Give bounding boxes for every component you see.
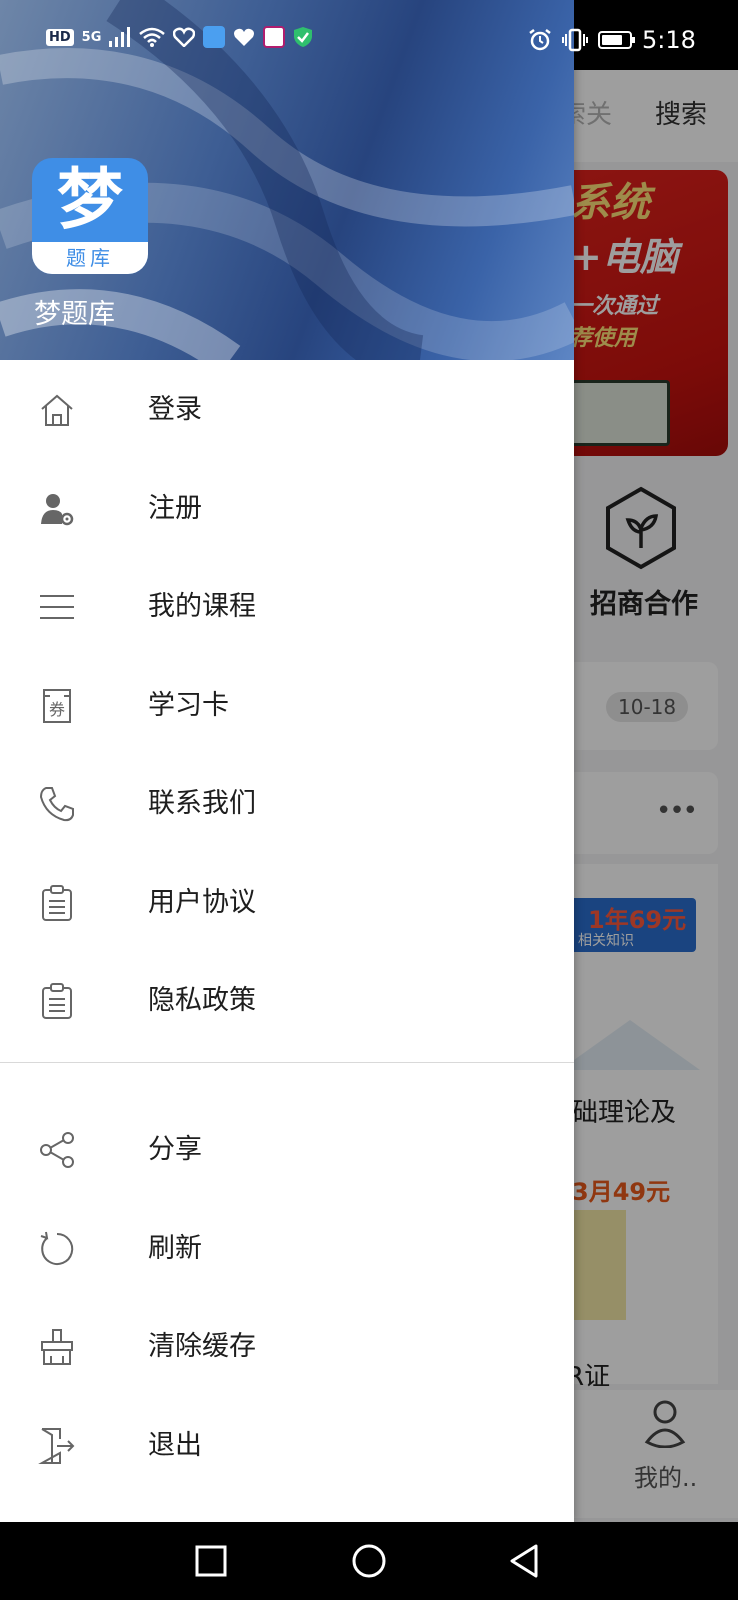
back-button[interactable]	[502, 1538, 548, 1584]
clipboard-icon	[42, 983, 72, 1019]
menu-item-label: 注册	[148, 492, 202, 524]
lines-icon	[40, 595, 74, 619]
status-left-icons: HD 5G	[46, 26, 313, 48]
status-bar: HD 5G 5:18	[0, 0, 738, 70]
app-notification-icon	[263, 26, 286, 48]
menu-item-study-card[interactable]: 券 学习卡	[0, 656, 574, 755]
status-right-icons: 5:18	[528, 26, 696, 54]
coupon-icon: 券	[43, 688, 71, 723]
app-logo: 梦 题库	[32, 158, 148, 274]
status-time: 5:18	[642, 26, 696, 54]
vibrate-icon	[562, 28, 588, 52]
broom-icon	[41, 1329, 73, 1365]
menu-item-refresh[interactable]: 刷新	[0, 1199, 574, 1298]
menu-item-label: 用户协议	[148, 886, 256, 918]
app-notification-icon	[203, 26, 226, 48]
menu-item-login[interactable]: 登录	[0, 360, 574, 459]
menu-item-share[interactable]: 分享	[0, 1100, 574, 1199]
menu-item-label: 退出	[148, 1429, 202, 1461]
system-navigation-bar	[0, 1522, 738, 1600]
menu-item-label: 分享	[148, 1134, 202, 1165]
menu-item-privacy-policy[interactable]: 隐私政策	[0, 951, 574, 1050]
coupon-char: 券	[49, 700, 65, 719]
alarm-icon	[529, 29, 551, 51]
menu-item-label: 学习卡	[148, 689, 229, 721]
user-gear-icon	[41, 493, 74, 525]
menu-item-my-courses[interactable]: 我的课程	[0, 557, 574, 656]
battery-tip	[632, 37, 635, 43]
drawer-menu: 登录 注册 我的课程 券 学习卡 联系我们 用户协议 隐私政策	[0, 360, 574, 1063]
exit-icon	[38, 1427, 75, 1464]
menu-item-label: 登录	[148, 394, 202, 425]
menu-item-label: 清除缓存	[148, 1331, 256, 1362]
home-icon	[41, 394, 73, 426]
menu-item-register[interactable]: 注册	[0, 459, 574, 558]
shield-check-icon	[294, 27, 313, 47]
home-button[interactable]	[346, 1538, 392, 1584]
logo-glyph: 梦	[57, 161, 123, 238]
hd-badge: HD	[46, 28, 74, 46]
signal-icon	[109, 27, 131, 47]
menu-item-label: 联系我们	[148, 788, 256, 819]
navigation-drawer: 梦 题库 梦题库 登录 注册 我的课程 券 学习卡 联系我们 用户协议 隐私政策…	[0, 0, 574, 1522]
drawer-menu-secondary: 分享 刷新 清除缓存 退出	[0, 1100, 574, 1494]
clipboard-icon	[42, 884, 72, 921]
app-name: 梦题库	[34, 299, 115, 330]
recents-button[interactable]	[188, 1538, 234, 1584]
wifi-icon	[139, 27, 166, 47]
menu-item-label: 隐私政策	[148, 985, 256, 1016]
menu-divider	[0, 1061, 574, 1063]
refresh-icon	[40, 1231, 74, 1265]
menu-item-user-agreement[interactable]: 用户协议	[0, 853, 574, 952]
menu-item-contact-us[interactable]: 联系我们	[0, 754, 574, 853]
network-badge: 5G	[81, 29, 102, 45]
menu-item-exit[interactable]: 退出	[0, 1396, 574, 1495]
menu-item-label: 我的课程	[148, 591, 256, 622]
heart-icon	[234, 28, 255, 46]
heart-check-icon	[173, 27, 196, 47]
menu-item-label: 刷新	[148, 1232, 202, 1264]
share-icon	[40, 1132, 74, 1168]
phone-icon	[39, 787, 74, 822]
logo-subtitle: 题库	[32, 242, 148, 274]
menu-item-clear-cache[interactable]: 清除缓存	[0, 1297, 574, 1396]
battery-level	[602, 35, 622, 45]
battery-icon	[598, 31, 635, 49]
